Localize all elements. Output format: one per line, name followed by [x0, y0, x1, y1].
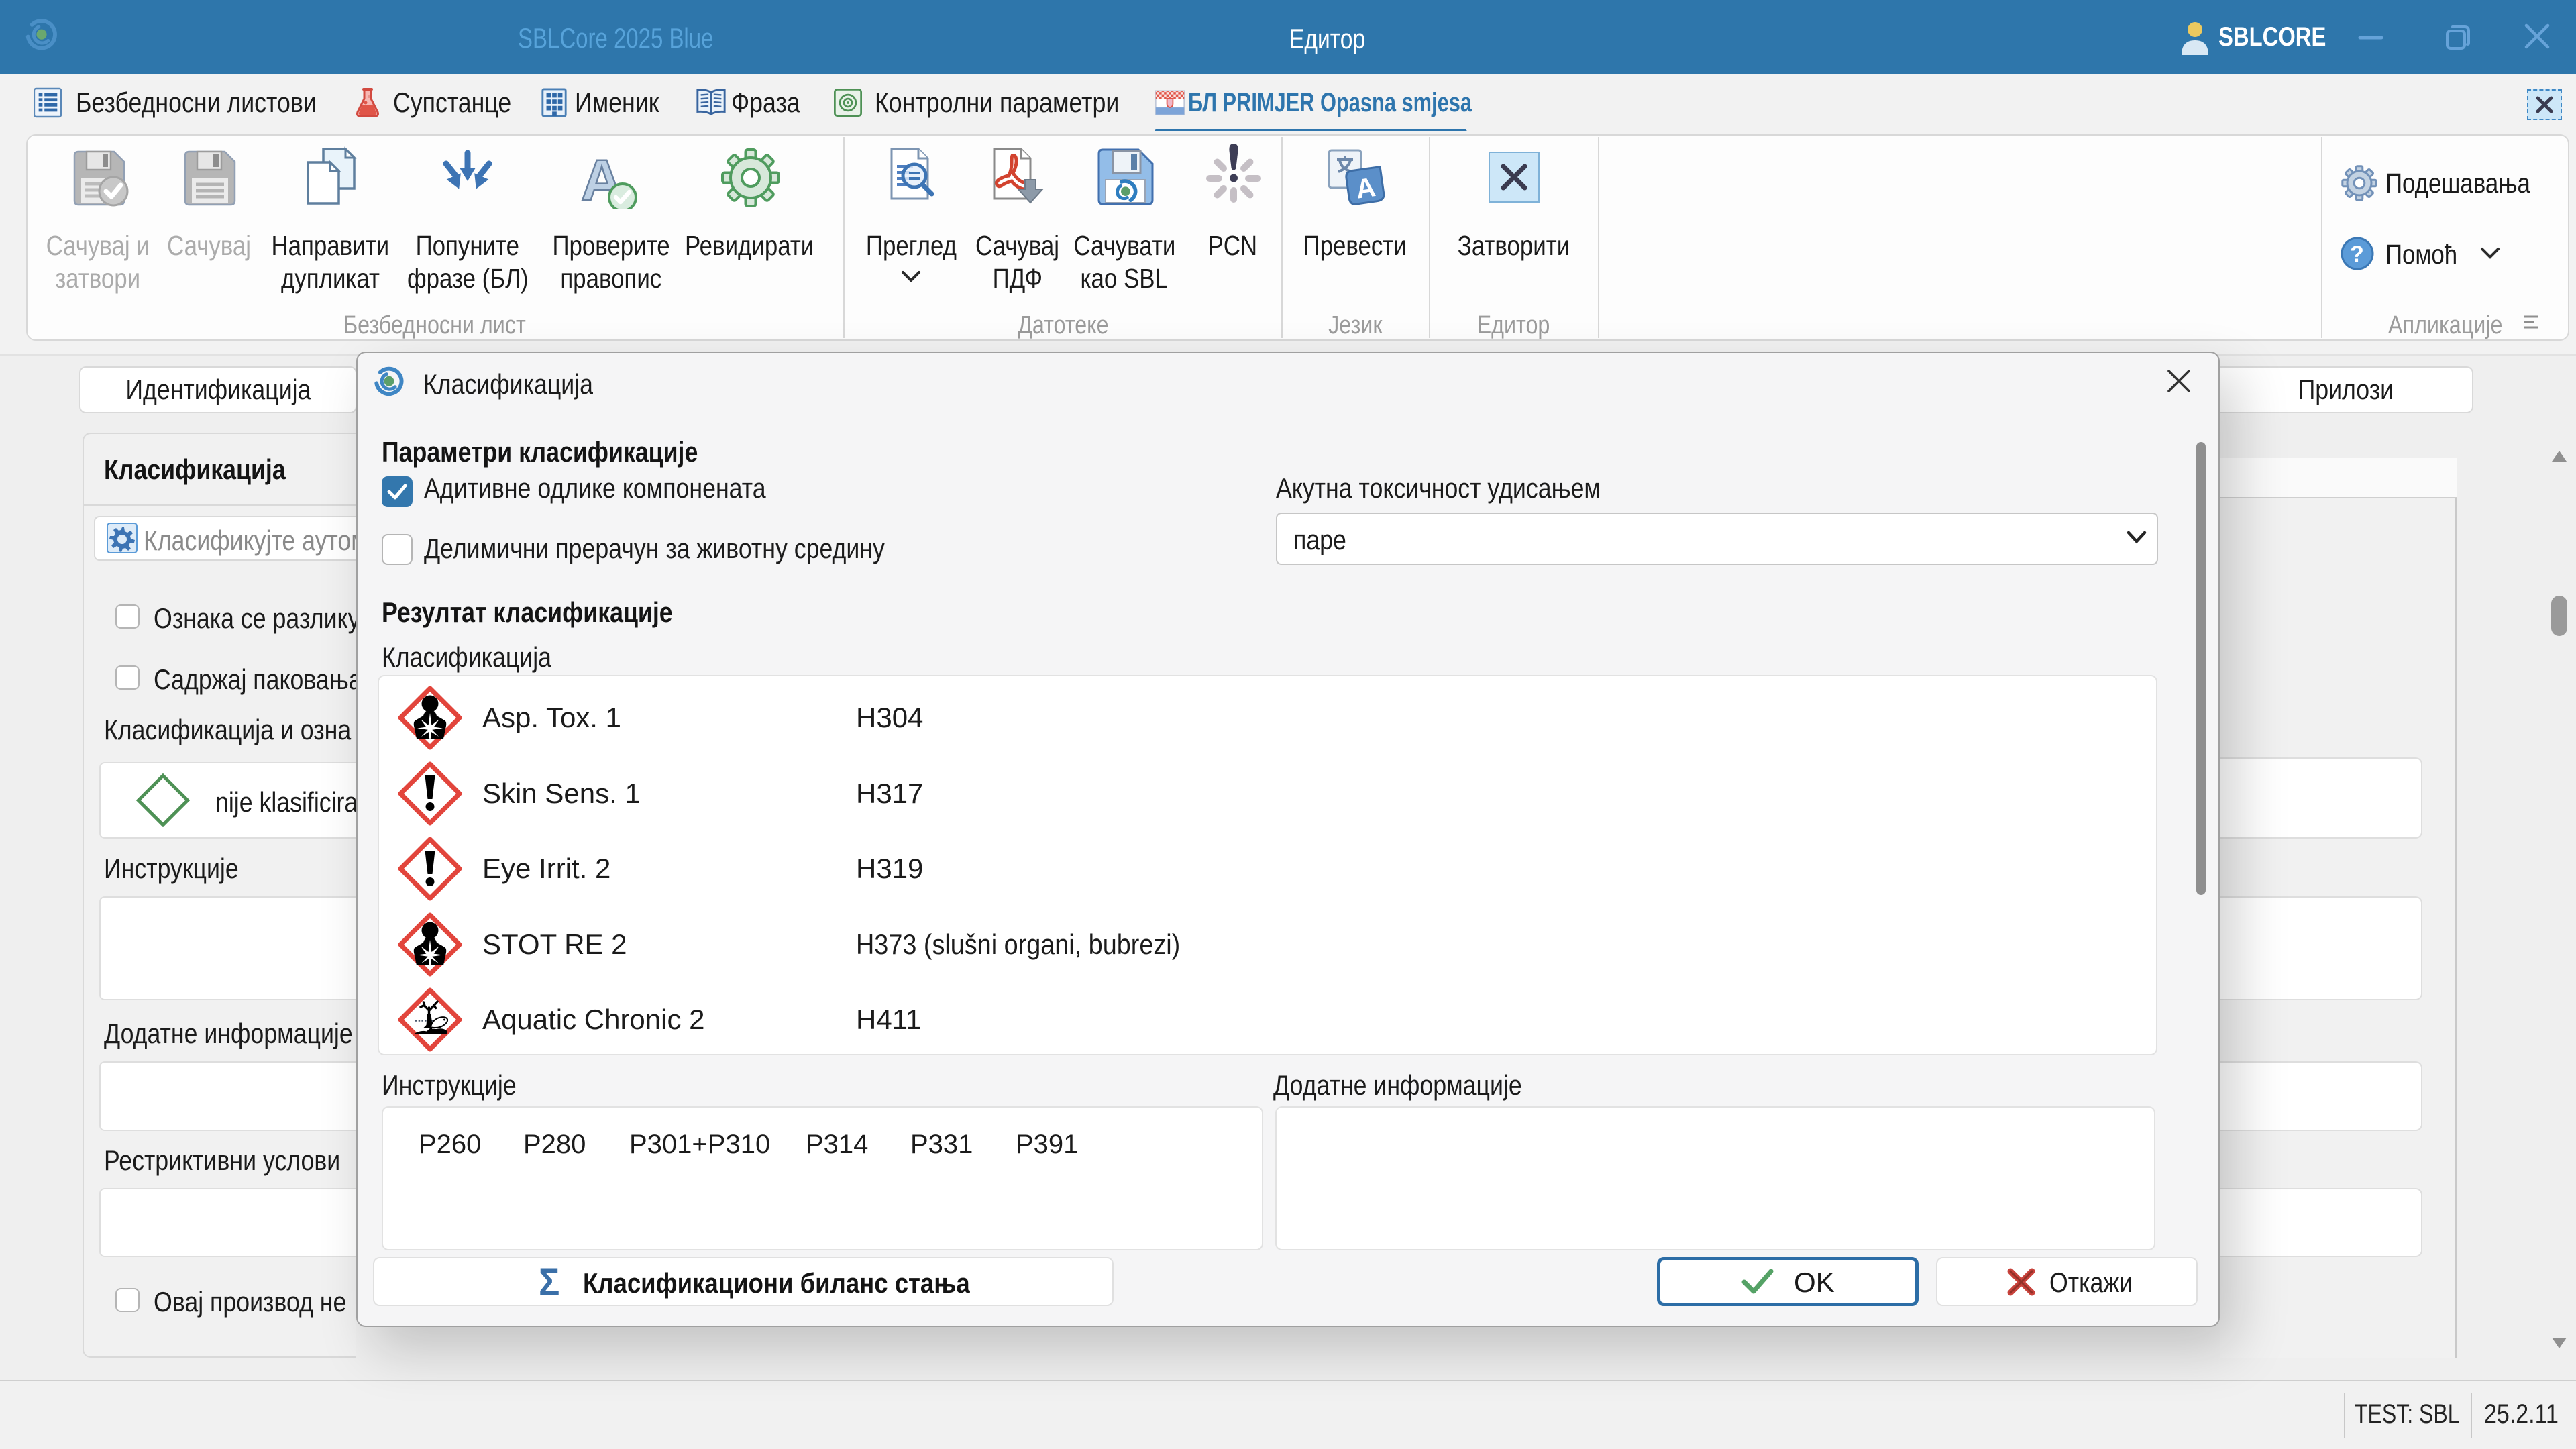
svg-text:A: A	[1354, 172, 1377, 205]
svg-text:?: ?	[2350, 241, 2364, 267]
